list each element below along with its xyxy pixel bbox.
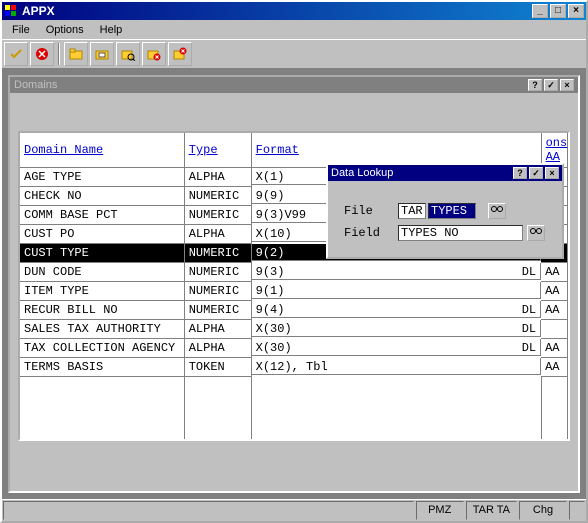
table-row[interactable]: DUN CODENUMERIC9(3)DLAA xyxy=(20,263,568,282)
cell-type: NUMERIC xyxy=(184,282,251,301)
col-header-name[interactable]: Domain Name xyxy=(20,133,184,168)
lookup-file-app-field[interactable]: TAR xyxy=(398,203,426,219)
cell-format: 9(4)DL xyxy=(252,301,541,318)
table-row[interactable]: TERMS BASISTOKENX(12), TblAA xyxy=(20,358,568,377)
cell-name: ITEM TYPE xyxy=(20,282,184,301)
cell-type: NUMERIC xyxy=(184,244,251,263)
cell-end: AA xyxy=(541,282,567,301)
cell-end: AA xyxy=(541,263,567,282)
cell-name: CUST PO xyxy=(20,225,184,244)
minimize-button[interactable]: _ xyxy=(532,4,548,18)
tool-folder-cancel-icon[interactable] xyxy=(142,42,166,66)
status-main xyxy=(3,501,414,520)
lookup-file-label: File xyxy=(344,204,396,218)
tool-ok-icon[interactable] xyxy=(4,42,28,66)
cell-format: X(30)DL xyxy=(252,339,541,356)
tool-folder2-icon[interactable] xyxy=(90,42,114,66)
cell-end: AA xyxy=(541,358,567,377)
table-row[interactable]: SALES TAX AUTHORITYALPHAX(30)DL xyxy=(20,320,568,339)
domains-window: Domains ? ✓ × Domain Name Type xyxy=(8,75,580,493)
menu-help[interactable]: Help xyxy=(92,22,131,38)
col-header-type[interactable]: Type xyxy=(184,133,251,168)
lookup-file-name-field[interactable]: TYPES xyxy=(428,203,476,219)
table-row[interactable]: TAX COLLECTION AGENCYALPHAX(30)DLAA xyxy=(20,339,568,358)
app-icon xyxy=(4,4,18,18)
resize-grip[interactable] xyxy=(569,501,585,520)
lookup-field-browse-button[interactable] xyxy=(527,225,545,241)
cell-end xyxy=(541,320,567,339)
toolbar-separator xyxy=(58,43,60,65)
cell-end: AA xyxy=(541,339,567,358)
cell-type: NUMERIC xyxy=(184,187,251,206)
cell-type: ALPHA xyxy=(184,225,251,244)
toolbar xyxy=(2,39,586,69)
tool-cancel-icon[interactable] xyxy=(30,42,54,66)
maximize-button[interactable]: □ xyxy=(550,4,566,18)
domains-close-button[interactable]: × xyxy=(560,79,574,91)
lookup-file-browse-button[interactable] xyxy=(488,203,506,219)
window-title: APPX xyxy=(22,4,530,18)
domains-titlebar: Domains ? ✓ × xyxy=(10,77,578,93)
lookup-close-button[interactable]: × xyxy=(545,167,559,179)
lookup-help-button[interactable]: ? xyxy=(513,167,527,179)
domains-body: Domain Name Type Format onsAA AGE TYPEAL… xyxy=(10,93,578,491)
lookup-ok-button[interactable]: ✓ xyxy=(529,167,543,179)
cell-name: AGE TYPE xyxy=(20,168,184,187)
close-button[interactable]: × xyxy=(568,4,584,18)
domains-title-text: Domains xyxy=(14,79,57,91)
status-cell-2: TAR TA xyxy=(466,501,517,520)
menu-options[interactable]: Options xyxy=(38,22,92,38)
status-cell-3: Chg xyxy=(519,501,567,520)
cell-type: NUMERIC xyxy=(184,206,251,225)
cell-name: CUST TYPE xyxy=(20,244,184,263)
tool-folder-search-icon[interactable] xyxy=(116,42,140,66)
cell-name: TERMS BASIS xyxy=(20,358,184,377)
cell-name: SALES TAX AUTHORITY xyxy=(20,320,184,339)
titlebar: APPX _ □ × xyxy=(2,2,586,20)
cell-name: COMM BASE PCT xyxy=(20,206,184,225)
lookup-field-label: Field xyxy=(344,226,396,240)
cell-format: X(30)DL xyxy=(252,320,541,337)
cell-format: 9(3)DL xyxy=(252,263,541,280)
domains-ok-button[interactable]: ✓ xyxy=(544,79,558,91)
data-lookup-titlebar: Data Lookup ? ✓ × xyxy=(328,165,562,181)
cell-end: AA xyxy=(541,301,567,320)
cell-name: TAX COLLECTION AGENCY xyxy=(20,339,184,358)
menubar: File Options Help xyxy=(2,20,586,39)
cell-name: CHECK NO xyxy=(20,187,184,206)
mdi-client: Domains ? ✓ × Domain Name Type xyxy=(2,69,586,499)
cell-type: ALPHA xyxy=(184,320,251,339)
table-row[interactable]: RECUR BILL NONUMERIC9(4)DLAA xyxy=(20,301,568,320)
cell-name: DUN CODE xyxy=(20,263,184,282)
lookup-field-name-field[interactable]: TYPES NO xyxy=(398,225,523,241)
data-lookup-title: Data Lookup xyxy=(331,167,511,179)
tool-folder-cancel2-icon[interactable] xyxy=(168,42,192,66)
tool-folder1-icon[interactable] xyxy=(64,42,88,66)
cell-type: ALPHA xyxy=(184,339,251,358)
binoculars-icon xyxy=(530,226,542,240)
statusbar: PMZ TAR TA Chg xyxy=(2,499,586,521)
status-cell-1: PMZ xyxy=(416,501,464,520)
data-lookup-window: Data Lookup ? ✓ × File TAR TYPES xyxy=(326,163,564,259)
cell-type: ALPHA xyxy=(184,168,251,187)
cell-format: 9(1) xyxy=(252,282,541,299)
main-window: APPX _ □ × File Options Help Domains ? ✓ xyxy=(0,0,588,523)
cell-type: TOKEN xyxy=(184,358,251,377)
cell-format: X(12), Tbl xyxy=(252,358,541,375)
cell-type: NUMERIC xyxy=(184,263,251,282)
menu-file[interactable]: File xyxy=(4,22,38,38)
domains-help-button[interactable]: ? xyxy=(528,79,542,91)
table-row[interactable]: ITEM TYPENUMERIC9(1)AA xyxy=(20,282,568,301)
cell-name: RECUR BILL NO xyxy=(20,301,184,320)
binoculars-icon xyxy=(491,204,503,218)
cell-type: NUMERIC xyxy=(184,301,251,320)
